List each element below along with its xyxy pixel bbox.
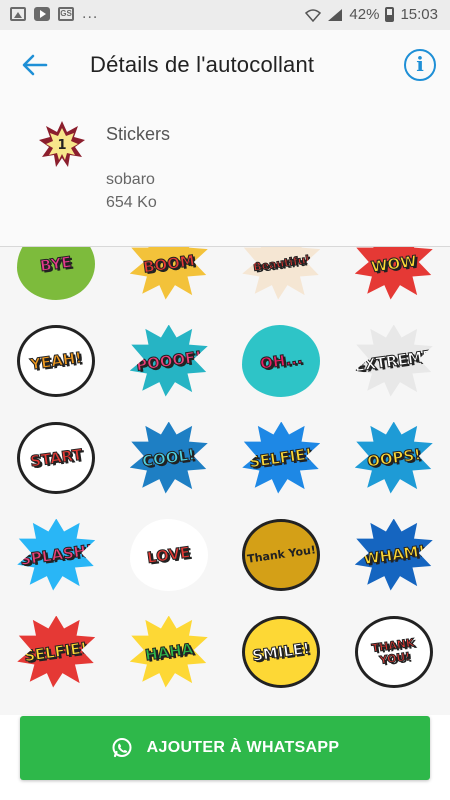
sticker-image: COOL! xyxy=(129,421,208,494)
sticker-image: POOOF! xyxy=(129,324,208,397)
pack-icon-number: 1 xyxy=(57,138,66,153)
sticker-item[interactable]: SELFIE! xyxy=(0,603,113,700)
sticker-grid[interactable]: BYE BOOM Beautiful WOW YEAH! POOOF! OH... EXTRE… xyxy=(0,247,450,715)
sticker-item[interactable]: POOOF! xyxy=(113,312,226,409)
sticker-image: WHAM! xyxy=(354,518,433,591)
info-button[interactable]: i xyxy=(404,49,436,81)
sticker-grid-content: BYE BOOM Beautiful WOW YEAH! POOOF! OH... EXTRE… xyxy=(0,247,450,700)
sticker-image: Beautiful xyxy=(242,247,321,300)
sticker-item[interactable]: LOVE xyxy=(113,506,226,603)
status-left-icons: GS ... xyxy=(10,5,99,22)
sticker-item[interactable]: OOPS! xyxy=(338,409,450,506)
pack-icon: 1 xyxy=(39,121,85,167)
app-bar: Détails de l'autocollant i xyxy=(0,30,450,100)
sticker-image: START xyxy=(17,421,96,494)
sticker-item[interactable]: SMILE! xyxy=(225,603,338,700)
sticker-row: BYE BOOM Beautiful WOW xyxy=(0,247,450,312)
signal-icon xyxy=(328,8,343,21)
sticker-image: OOPS! xyxy=(354,421,433,494)
sticker-image: BOOM xyxy=(129,247,208,300)
sticker-image: LOVE xyxy=(129,518,208,591)
sticker-item[interactable]: OH... xyxy=(225,312,338,409)
sticker-row: SELFIE! HAHA SMILE! THANK YOU! xyxy=(0,603,450,700)
pack-author: sobaro xyxy=(106,171,155,188)
sticker-item[interactable]: SPLASH! xyxy=(0,506,113,603)
sticker-item[interactable]: WHAM! xyxy=(338,506,450,603)
sticker-image: HAHA xyxy=(129,615,208,688)
sticker-item[interactable]: SELFIE! xyxy=(225,409,338,506)
pack-size: 654 Ko xyxy=(106,194,157,211)
sticker-item[interactable]: BOOM xyxy=(113,247,226,312)
back-button[interactable] xyxy=(18,50,52,80)
sticker-image: Thank You! xyxy=(242,518,321,591)
battery-icon xyxy=(385,7,395,22)
arrow-left-icon xyxy=(22,54,48,76)
clock: 15:03 xyxy=(400,6,438,23)
sticker-image: SELFIE! xyxy=(242,421,321,494)
pack-name: Stickers xyxy=(106,124,171,144)
sticker-text: POOOF! xyxy=(134,346,203,375)
wifi-icon xyxy=(305,8,322,22)
sticker-image: SPLASH! xyxy=(17,518,96,591)
sticker-text: START xyxy=(28,444,84,471)
sticker-text: SPLASH! xyxy=(18,540,94,569)
sticker-image: WOW xyxy=(354,247,433,300)
sticker-image: YEAH! xyxy=(17,324,96,397)
sticker-item[interactable]: Beautiful xyxy=(225,247,338,312)
sticker-text: WHAM! xyxy=(361,541,426,569)
sticker-text: Thank You! xyxy=(246,543,317,566)
sticker-text: COOL! xyxy=(141,444,197,471)
sticker-image: SMILE! xyxy=(242,615,321,688)
info-icon: i xyxy=(416,52,424,76)
sticker-text: OOPS! xyxy=(365,444,422,471)
sticker-image: SELFIE! xyxy=(17,615,96,688)
sticker-image: BYE xyxy=(17,247,96,300)
sticker-item[interactable]: COOL! xyxy=(113,409,226,506)
sticker-item[interactable]: YEAH! xyxy=(0,312,113,409)
sticker-image: THANK YOU! xyxy=(354,615,433,688)
status-bar: GS ... 42% 15:03 xyxy=(0,0,450,30)
sticker-text: SMILE! xyxy=(251,638,312,665)
sticker-text: LOVE xyxy=(146,542,192,567)
add-to-whatsapp-button[interactable]: AJOUTER À WHATSAPP xyxy=(20,716,430,780)
sticker-text: THANK YOU! xyxy=(370,635,416,667)
sticker-image: EXTREME xyxy=(353,324,435,397)
sticker-item[interactable]: Thank You! xyxy=(225,506,338,603)
page-title: Détails de l'autocollant xyxy=(90,52,315,77)
sticker-text: HAHA xyxy=(143,639,194,665)
sticker-item[interactable]: EXTREME xyxy=(338,312,450,409)
sticker-text: Beautiful xyxy=(252,253,311,275)
image-icon xyxy=(10,7,26,21)
youtube-icon xyxy=(34,7,50,21)
sticker-text: BYE xyxy=(39,252,74,275)
sticker-item[interactable]: BYE xyxy=(0,247,113,312)
pack-info: 1 Stickers sobaro 654 Ko xyxy=(0,100,450,247)
sticker-item[interactable]: THANK YOU! xyxy=(338,603,450,700)
add-to-whatsapp-label: AJOUTER À WHATSAPP xyxy=(146,739,340,756)
battery-percent: 42% xyxy=(349,6,380,23)
gs-icon: GS xyxy=(58,7,74,21)
sticker-image: OH... xyxy=(242,324,321,397)
sticker-text: YEAH! xyxy=(29,347,84,374)
sticker-item[interactable]: WOW xyxy=(338,247,450,312)
status-overflow: ... xyxy=(82,5,99,22)
status-right: 42% 15:03 xyxy=(305,6,438,23)
sticker-text: BOOM xyxy=(141,250,196,277)
sticker-row: YEAH! POOOF! OH... EXTREME xyxy=(0,312,450,409)
sticker-item[interactable]: START xyxy=(0,409,113,506)
sticker-text: SELFIE! xyxy=(248,444,314,472)
whatsapp-icon xyxy=(112,738,132,758)
sticker-row: SPLASH! LOVE Thank You! WHAM! xyxy=(0,506,450,603)
sticker-text: SELFIE! xyxy=(23,638,89,666)
sticker-text: EXTREME xyxy=(353,346,435,376)
sticker-text: WOW xyxy=(369,251,418,276)
sticker-row: START COOL! SELFIE! OOPS! xyxy=(0,409,450,506)
sticker-text: OH... xyxy=(259,348,304,373)
sticker-item[interactable]: HAHA xyxy=(113,603,226,700)
